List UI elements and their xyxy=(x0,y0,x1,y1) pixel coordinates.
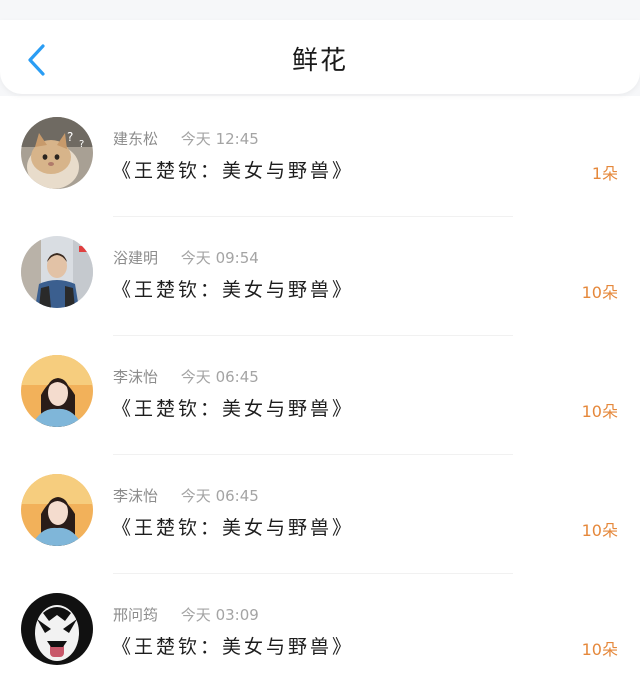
flower-count: 10朵 xyxy=(581,640,618,659)
flower-count: 10朵 xyxy=(581,283,618,302)
flower-count: 10朵 xyxy=(581,521,618,540)
list-item[interactable]: 李沫怡 今天 06:45 《王楚钦：美女与野兽》 10朵 xyxy=(0,336,640,455)
list-item[interactable]: 李沫怡 今天 06:45 《王楚钦：美女与野兽》 10朵 xyxy=(0,455,640,574)
record-content: 《王楚钦：美女与野兽》 xyxy=(112,398,355,420)
face-paint-photo-icon xyxy=(21,593,93,665)
avatar[interactable]: ? ? xyxy=(21,117,93,189)
timestamp: 今天 03:09 xyxy=(180,606,259,624)
record-meta: 邢问筠 今天 03:09 xyxy=(113,604,259,625)
sender-name: 李沫怡 xyxy=(113,368,159,386)
sender-name: 浴建明 xyxy=(113,249,159,267)
page-title: 鲜花 xyxy=(291,46,348,76)
record-meta: 建东松 今天 12:45 xyxy=(113,128,259,149)
record-meta: 浴建明 今天 09:54 xyxy=(113,247,259,268)
record-meta: 李沫怡 今天 06:45 xyxy=(113,485,259,506)
man-street-photo-icon xyxy=(21,236,93,308)
list-item[interactable]: 邢问筠 今天 03:09 《王楚钦：美女与野兽》 10朵 xyxy=(0,574,640,690)
record-content: 《王楚钦：美女与野兽》 xyxy=(112,279,355,301)
flower-count: 10朵 xyxy=(581,402,618,421)
list-item[interactable]: ? ? 建东松 今天 12:45 《王楚钦：美女与野兽》 1朵 xyxy=(0,98,640,217)
timestamp: 今天 06:45 xyxy=(180,368,259,386)
woman-photo-icon xyxy=(21,355,93,427)
record-meta: 李沫怡 今天 06:45 xyxy=(113,366,259,387)
avatar[interactable] xyxy=(21,236,93,308)
list-item[interactable]: 浴建明 今天 09:54 《王楚钦：美女与野兽》 10朵 xyxy=(0,217,640,336)
avatar[interactable] xyxy=(21,474,93,546)
timestamp: 今天 09:54 xyxy=(180,249,259,267)
record-content: 《王楚钦：美女与野兽》 xyxy=(112,160,355,182)
page: 鲜花 ? ? 建东松 今天 12:45 《王楚钦：美女与野兽》 1朵 浴建明 今… xyxy=(0,0,640,690)
timestamp: 今天 12:45 xyxy=(180,130,259,148)
gift-record-list: ? ? 建东松 今天 12:45 《王楚钦：美女与野兽》 1朵 浴建明 今天 0… xyxy=(0,98,640,690)
sender-name: 李沫怡 xyxy=(113,487,159,505)
flower-count: 1朵 xyxy=(591,164,618,183)
top-bar: 鲜花 xyxy=(0,0,640,96)
sender-name: 建东松 xyxy=(113,130,159,148)
timestamp: 今天 06:45 xyxy=(180,487,259,505)
cat-photo-icon: ? ? xyxy=(21,117,93,189)
record-content: 《王楚钦：美女与野兽》 xyxy=(112,517,355,539)
avatar[interactable] xyxy=(21,593,93,665)
avatar[interactable] xyxy=(21,355,93,427)
svg-text:?: ? xyxy=(67,130,73,144)
woman-photo-icon xyxy=(21,474,93,546)
sender-name: 邢问筠 xyxy=(113,606,159,624)
svg-text:?: ? xyxy=(79,139,84,150)
record-content: 《王楚钦：美女与野兽》 xyxy=(112,636,355,658)
